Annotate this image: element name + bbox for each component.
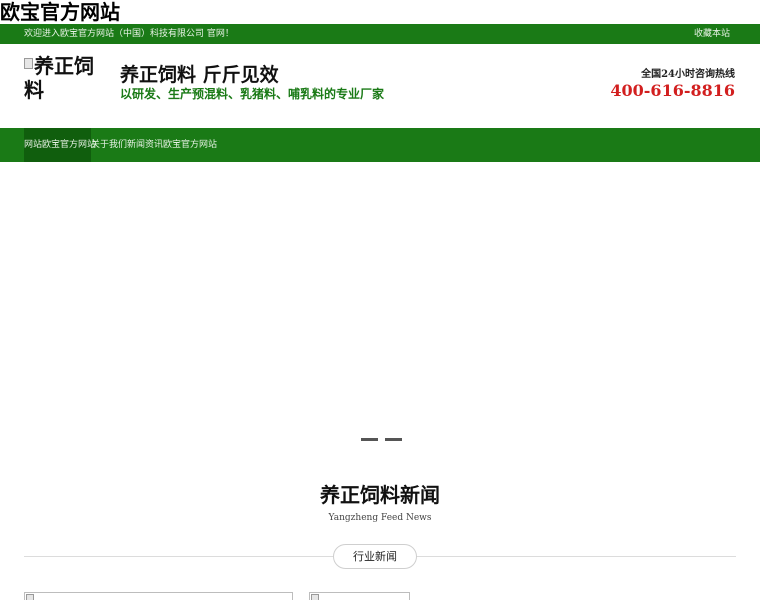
slogan: 养正饲料 斤斤见效 [120, 64, 279, 86]
logo-image[interactable]: 养正饲料 [24, 54, 98, 102]
welcome-text: 欢迎进入欧宝官方网站（中国）科技有限公司 官网！ [24, 29, 234, 39]
news-thumbnail[interactable] [24, 592, 293, 600]
logo-alt-text: 养正饲料 [24, 54, 94, 102]
slider-dot[interactable] [385, 438, 402, 441]
banner-slider[interactable] [0, 162, 760, 452]
main-nav: 网站欧宝官方网站 关于我们新闻资讯欧宝官方网站 [0, 128, 760, 162]
top-bar: 欢迎进入欧宝官方网站（中国）科技有限公司 官网！ 收藏本站 [0, 24, 760, 44]
site-header: 养正饲料 养正饲料 斤斤见效 以研发、生产预混料、乳猪料、哺乳料的专业厂家 全国… [0, 44, 760, 128]
broken-image-icon [24, 58, 33, 69]
site-title: 欧宝官方网站 [0, 0, 120, 24]
broken-image-icon [311, 594, 319, 600]
broken-image-icon [26, 594, 34, 600]
nav-items[interactable]: 关于我们新闻资讯欧宝官方网站 [91, 128, 217, 162]
hotline-label: 全国24小时咨询热线 [641, 69, 735, 80]
hotline: 全国24小时咨询热线 400-616-8816 [610, 68, 735, 101]
news-thumbnail[interactable] [309, 592, 410, 600]
slider-pagination [361, 438, 403, 442]
tab-industry-news[interactable]: 行业新闻 [333, 544, 417, 569]
bookmark-link[interactable]: 收藏本站 [694, 24, 730, 44]
section-subtitle: Yangzheng Feed News [328, 513, 432, 523]
tagline: 以研发、生产预混料、乳猪料、哺乳料的专业厂家 [120, 87, 385, 101]
slider-dot[interactable] [361, 438, 378, 441]
nav-item-home[interactable]: 网站欧宝官方网站 [24, 128, 96, 162]
section-title: 养正饲料新闻 [320, 483, 440, 507]
hotline-phone[interactable]: 400-616-8816 [610, 81, 735, 101]
